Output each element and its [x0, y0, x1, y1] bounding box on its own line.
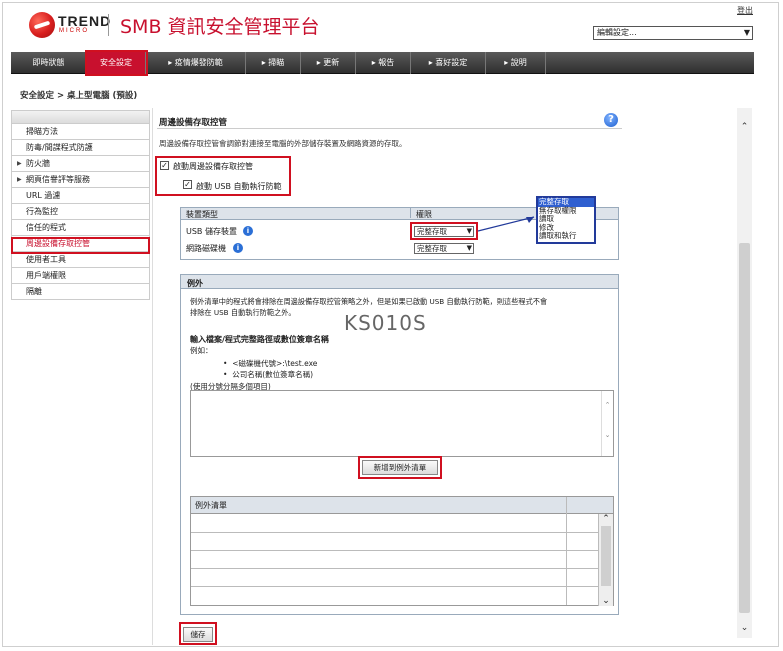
- expand-arrow-icon: ▶: [17, 176, 22, 183]
- section-title: 周邊設備存取控管: [159, 118, 228, 128]
- edit-select-value: 編輯設定...: [597, 28, 637, 37]
- nav-update[interactable]: ▸ 更新: [301, 52, 356, 74]
- menu-item-client-privileges[interactable]: 用戶端權限: [11, 268, 150, 284]
- help-icon[interactable]: ?: [604, 113, 618, 127]
- annotation-arrow-icon: [477, 216, 535, 232]
- device-usb-label: USB 儲存裝置: [186, 227, 237, 236]
- logo-text: TREND: [58, 13, 112, 29]
- highlight-permission-box: [410, 222, 478, 240]
- chevron-down-icon: ▼: [743, 28, 750, 37]
- network-permission-value: 完整存取: [417, 244, 447, 253]
- network-permission-select[interactable]: 完整存取 ▼: [414, 243, 474, 254]
- exception-list-title: 例外清單: [195, 501, 227, 510]
- logout-link[interactable]: 登出: [737, 5, 753, 16]
- table-row: [191, 532, 613, 533]
- section-description: 周邊設備存取控管會調節對連接至電腦的外部儲存裝置及網路資源的存取。: [159, 139, 407, 148]
- menu-item-user-tools[interactable]: 使用者工具: [11, 252, 150, 268]
- input-title: 輸入檔案/程式完整路徑或數位簽章名稱: [190, 335, 329, 344]
- info-icon[interactable]: i: [243, 226, 253, 236]
- column-divider: [566, 497, 567, 605]
- scroll-down-icon[interactable]: ⌄: [737, 621, 752, 636]
- trend-micro-logo-icon: [29, 12, 55, 38]
- expand-arrow-icon: ▶: [17, 160, 22, 167]
- app-title: SMB 資訊安全管理平台: [120, 16, 320, 38]
- chevron-down-icon: ▼: [466, 244, 472, 252]
- menu-item-behavior-monitoring[interactable]: 行為監控: [11, 204, 150, 220]
- logo-divider: [108, 14, 109, 36]
- scroll-thumb[interactable]: [739, 243, 750, 613]
- nav-realtime-status[interactable]: 即時狀態: [11, 52, 87, 74]
- nav-preferences[interactable]: ▸ 喜好設定: [411, 52, 486, 74]
- scroll-up-icon[interactable]: ⌃: [602, 401, 613, 409]
- page-scrollbar[interactable]: ⌃ ⌄: [737, 108, 752, 638]
- table-row: [191, 550, 613, 551]
- breadcrumb: 安全設定 > 桌上型電腦 (預設): [20, 91, 138, 101]
- exception-list-table: ⌃ ⌄: [190, 496, 614, 606]
- nav-help[interactable]: ▸ 說明: [486, 52, 546, 74]
- menu-item-web-reputation[interactable]: ▶ 網頁信譽評等服務: [11, 172, 150, 188]
- info-icon[interactable]: i: [233, 243, 243, 253]
- col-divider: [410, 208, 411, 218]
- nav-reports[interactable]: ▸ 報告: [356, 52, 411, 74]
- menu-item-label: 防火牆: [26, 159, 50, 168]
- exceptions-desc-1: 例外清單中的程式將會排除在周邊設備存取控管策略之外，但是如果已啟動 USB 自動…: [190, 297, 548, 306]
- exceptions-header: [181, 275, 618, 289]
- col-device-type: 裝置類型: [186, 210, 218, 219]
- edit-settings-select[interactable]: 編輯設定... ▼: [593, 26, 753, 40]
- scroll-thumb[interactable]: [601, 526, 611, 586]
- scroll-down-icon[interactable]: ⌄: [599, 596, 613, 606]
- exception-input-textarea[interactable]: ⌃ ⌄: [190, 390, 614, 457]
- scroll-down-icon[interactable]: ⌄: [602, 431, 613, 439]
- left-menu-header: [11, 110, 150, 124]
- highlight-add-button-box: [358, 456, 442, 479]
- example-2: 公司名稱(數位簽章名稱): [232, 370, 314, 379]
- menu-item-antivirus[interactable]: 防毒/間諜程式防護: [11, 140, 150, 156]
- permission-dropdown-list: 完整存取 無存取權限 讀取 修改 讀取和執行: [536, 196, 596, 244]
- logo-sub: MICRO: [59, 28, 89, 34]
- left-menu: 掃瞄方法 防毒/間諜程式防護 ▶ 防火牆 ▶ 網頁信譽評等服務 URL 過濾 行為監…: [11, 110, 150, 300]
- nav-outbreak-defense[interactable]: ▸ 疫情爆發防範: [146, 52, 246, 74]
- scroll-up-icon[interactable]: ⌃: [737, 120, 752, 135]
- menu-item-url-filtering[interactable]: URL 過濾: [11, 188, 150, 204]
- highlight-checkbox-box: [155, 156, 291, 196]
- example-label: 例如：: [190, 346, 213, 355]
- title-divider: [157, 128, 622, 129]
- perm-option[interactable]: 讀取和執行: [538, 231, 594, 241]
- example-bullet-2: • 公司名稱(數位簽章名稱): [223, 370, 314, 379]
- example-bullet-1: • <磁碟機代號>:\test.exe: [223, 359, 318, 368]
- menu-item-firewall[interactable]: ▶ 防火牆: [11, 156, 150, 172]
- example-1: <磁碟機代號>:\test.exe: [232, 359, 318, 368]
- scroll-up-icon[interactable]: ⌃: [599, 514, 613, 524]
- nav-scan[interactable]: ▸ 掃瞄: [246, 52, 301, 74]
- textarea-scrollbar[interactable]: ⌃ ⌄: [601, 391, 613, 456]
- watermark: KS010S: [344, 311, 427, 335]
- exception-list-scrollbar[interactable]: ⌃ ⌄: [598, 514, 613, 606]
- table-row: [191, 568, 613, 569]
- highlight-nav-box: [85, 50, 148, 76]
- exception-list-header: [191, 497, 613, 514]
- menu-item-label: 網頁信譽評等服務: [26, 175, 90, 184]
- menu-item-quarantine[interactable]: 隔離: [11, 284, 150, 300]
- device-network-label: 網路磁碟機: [186, 244, 226, 253]
- col-permission: 權限: [416, 210, 432, 219]
- highlight-save-box: [179, 622, 217, 645]
- table-row: [191, 586, 613, 587]
- menu-item-trusted-programs[interactable]: 信任的程式: [11, 220, 150, 236]
- exceptions-desc-2: 排除在 USB 自動執行防範之外。: [190, 308, 296, 317]
- highlight-menu-box: [11, 237, 150, 254]
- exceptions-title: 例外: [187, 279, 203, 288]
- menu-item-scan-method[interactable]: 掃瞄方法: [11, 124, 150, 140]
